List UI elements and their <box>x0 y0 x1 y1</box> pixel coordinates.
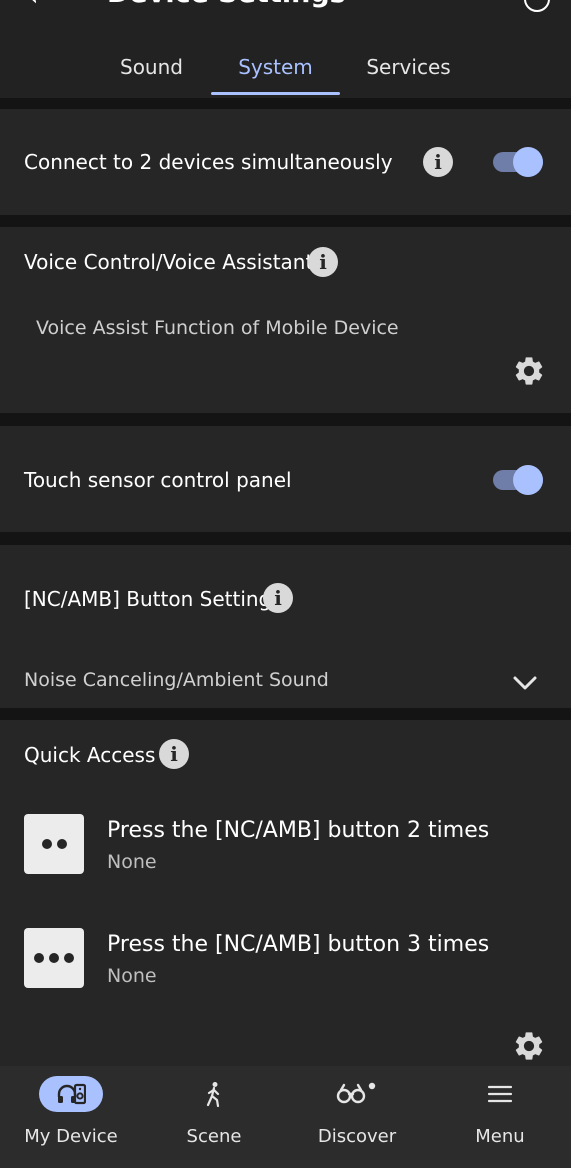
list-item[interactable]: Press the [NC/AMB] button 2 times None <box>0 808 571 886</box>
connect-two-devices-label: Connect to 2 devices simultaneously <box>24 150 393 174</box>
gear-icon[interactable] <box>512 1029 546 1063</box>
nc-amb-title: [NC/AMB] Button Setting <box>24 587 272 611</box>
tab-services[interactable]: Services <box>344 38 473 96</box>
touch-sensor-toggle[interactable] <box>493 465 543 495</box>
headphones-speaker-icon <box>57 1083 86 1105</box>
nav-my-device[interactable]: My Device <box>0 1066 142 1168</box>
nav-scene[interactable]: Scene <box>143 1066 285 1168</box>
double-press-icon <box>24 814 84 874</box>
back-arrow-icon[interactable]: ‹ <box>28 0 50 10</box>
gear-icon[interactable] <box>512 354 546 388</box>
quick-access-item-value: None <box>107 965 157 987</box>
nc-amb-card: [NC/AMB] Button Setting i Noise Cancelin… <box>0 545 571 708</box>
connect-two-devices-toggle[interactable] <box>493 147 543 177</box>
bottom-navigation: My Device Scene Discover Menu <box>0 1066 571 1168</box>
active-tab-indicator <box>211 92 340 95</box>
nav-label: My Device <box>24 1126 118 1147</box>
tab-bar: Sound System Services <box>0 38 571 98</box>
touch-sensor-label: Touch sensor control panel <box>24 468 292 492</box>
info-icon[interactable]: i <box>308 247 338 277</box>
chevron-down-icon <box>513 676 537 690</box>
help-circle-icon[interactable] <box>524 0 550 12</box>
info-icon[interactable]: i <box>263 583 293 613</box>
voice-control-card: Voice Control/Voice Assistant i Voice As… <box>0 227 571 413</box>
nc-amb-dropdown[interactable]: Noise Canceling/Ambient Sound <box>0 650 571 706</box>
device-settings-screen: ‹ Device Settings Sound System Services … <box>0 0 571 1168</box>
binoculars-icon <box>336 1082 376 1104</box>
walking-person-icon <box>206 1082 220 1107</box>
nav-discover[interactable]: Discover <box>286 1066 428 1168</box>
voice-assist-value[interactable]: Voice Assist Function of Mobile Device <box>36 317 399 339</box>
hamburger-menu-icon <box>487 1085 513 1103</box>
nav-label: Scene <box>186 1126 242 1147</box>
info-icon[interactable]: i <box>423 147 453 177</box>
quick-access-item-title: Press the [NC/AMB] button 2 times <box>107 818 490 843</box>
quick-access-item-value: None <box>107 851 157 873</box>
app-header: ‹ Device Settings <box>0 0 571 38</box>
nav-menu[interactable]: Menu <box>429 1066 571 1168</box>
touch-sensor-card: Touch sensor control panel <box>0 426 571 532</box>
tab-sound[interactable]: Sound <box>87 38 216 96</box>
connect-two-devices-card: Connect to 2 devices simultaneously i <box>0 109 571 215</box>
quick-access-card: Quick Access i Press the [NC/AMB] button… <box>0 720 571 1066</box>
list-item[interactable]: Press the [NC/AMB] button 3 times None <box>0 922 571 1000</box>
tab-system[interactable]: System <box>211 38 340 96</box>
voice-control-title: Voice Control/Voice Assistant <box>24 250 314 274</box>
nav-label: Menu <box>475 1126 525 1147</box>
quick-access-item-title: Press the [NC/AMB] button 3 times <box>107 932 490 957</box>
page-title: Device Settings <box>107 0 346 9</box>
nav-label: Discover <box>317 1126 397 1147</box>
nc-amb-selected: Noise Canceling/Ambient Sound <box>24 669 329 691</box>
info-icon[interactable]: i <box>159 739 189 769</box>
quick-access-title: Quick Access <box>24 743 156 767</box>
triple-press-icon <box>24 928 84 988</box>
